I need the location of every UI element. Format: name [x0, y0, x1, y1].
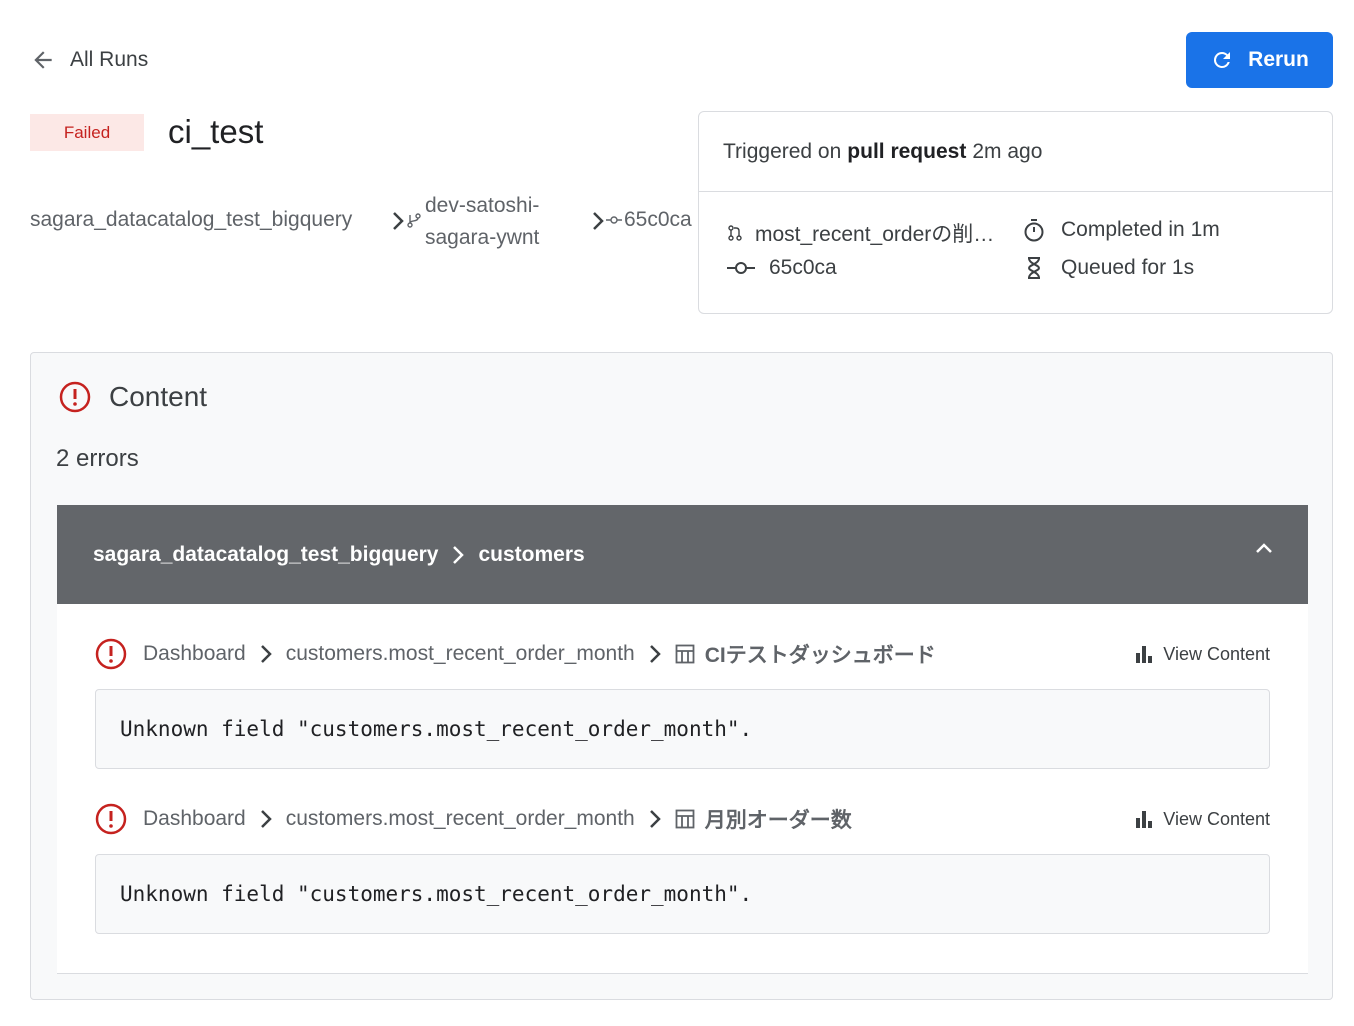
error-message: Unknown field "customers.most_recent_ord… — [95, 689, 1270, 769]
panel-title: Content — [59, 381, 207, 413]
chevron-right-icon — [593, 212, 604, 230]
error-content-type: Dashboard — [143, 642, 246, 665]
error-content-type: Dashboard — [143, 807, 246, 830]
chevron-right-icon — [649, 645, 661, 663]
branch-icon — [407, 213, 421, 228]
chevron-right-icon — [649, 810, 661, 828]
chevron-up-icon[interactable] — [1254, 541, 1274, 555]
chevron-right-icon — [453, 545, 465, 564]
panel-title-label: Content — [109, 381, 208, 412]
error-item: Dashboard customers.most_recent_order_mo… — [95, 801, 1270, 837]
rerun-button-label: Rerun — [1248, 48, 1309, 71]
refresh-icon — [1214, 51, 1231, 68]
group-model: customers — [478, 542, 585, 566]
error-group-body: Dashboard customers.most_recent_order_mo… — [57, 604, 1308, 974]
error-count: 2 errors — [56, 445, 139, 472]
error-dashboard-name: 月別オーダー数 — [704, 809, 852, 832]
error-icon — [59, 381, 91, 413]
trigger-queued: Queued for 1s — [1023, 256, 1194, 280]
status-badge: Failed — [30, 114, 144, 151]
queued-duration: Queued for 1s — [1061, 256, 1195, 279]
chevron-right-icon — [393, 212, 404, 230]
back-link-all-runs[interactable]: All Runs — [30, 44, 148, 76]
view-content-label: View Content — [1163, 643, 1270, 664]
bar-chart-icon — [1136, 811, 1153, 828]
trigger-prefix: Triggered on — [723, 139, 842, 163]
group-project: sagara_datacatalog_test_bigquery — [93, 542, 439, 566]
chevron-right-icon — [260, 645, 272, 663]
commit-icon — [727, 262, 755, 274]
trigger-summary: Triggered on pull request 2m ago — [699, 112, 1332, 192]
pull-request-icon — [728, 225, 742, 241]
error-field: customers.most_recent_order_month — [285, 807, 635, 830]
timer-icon — [1024, 219, 1044, 242]
trigger-time: 2m ago — [972, 139, 1043, 163]
table-icon — [675, 644, 695, 664]
trigger-card: Triggered on pull request 2m ago most_re… — [698, 111, 1333, 314]
breadcrumb-branch[interactable]: dev-satoshi-sagara-ywnt — [425, 190, 575, 254]
chevron-right-icon — [260, 810, 272, 828]
breadcrumb-commit[interactable]: 65c0ca — [624, 208, 692, 232]
breadcrumb: sagara_datacatalog_test_bigquery dev-sat… — [30, 188, 698, 254]
page-title: ci_test — [168, 113, 264, 150]
commit-icon — [606, 216, 622, 224]
view-content-button[interactable]: View Content — [1135, 636, 1270, 672]
table-icon — [675, 809, 695, 829]
error-field: customers.most_recent_order_month — [285, 642, 635, 665]
error-group-header[interactable]: sagara_datacatalog_test_bigquery custome… — [57, 505, 1308, 604]
error-dashboard-name: CIテストダッシュボード — [704, 644, 936, 667]
content-validation-panel: Content 2 errors sagara_datacatalog_test… — [30, 352, 1333, 1000]
hourglass-icon — [1027, 257, 1041, 279]
rerun-button[interactable]: Rerun — [1186, 32, 1333, 88]
completed-duration: Completed in 1m — [1061, 218, 1220, 241]
trigger-event: pull request — [847, 139, 967, 163]
trigger-commit[interactable]: 65c0ca — [727, 256, 837, 280]
view-content-label: View Content — [1163, 808, 1270, 829]
error-icon — [95, 803, 127, 835]
trigger-pr-title: most_recent_orderの削… — [755, 223, 995, 246]
error-icon — [95, 638, 127, 670]
error-message: Unknown field "customers.most_recent_ord… — [95, 854, 1270, 934]
view-content-button[interactable]: View Content — [1135, 801, 1270, 837]
bar-chart-icon — [1136, 646, 1153, 663]
arrow-back-icon — [34, 51, 52, 69]
error-item: Dashboard customers.most_recent_order_mo… — [95, 636, 1270, 672]
trigger-commit-hash: 65c0ca — [769, 256, 837, 279]
back-link-label: All Runs — [70, 48, 149, 71]
trigger-completed: Completed in 1m — [1023, 218, 1220, 242]
breadcrumb-project[interactable]: sagara_datacatalog_test_bigquery — [30, 208, 352, 232]
trigger-pr[interactable]: most_recent_orderの削… — [727, 218, 1017, 248]
